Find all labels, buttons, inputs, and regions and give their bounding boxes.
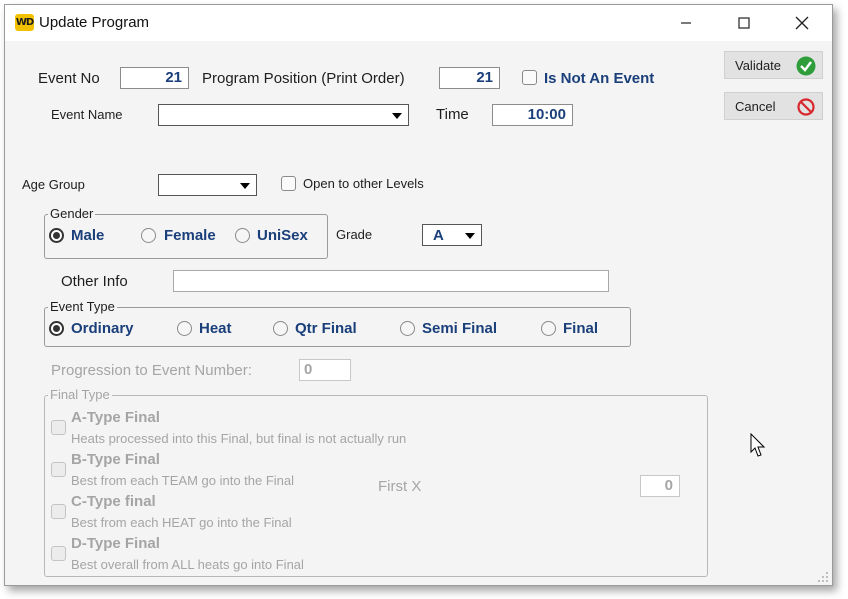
maximize-icon xyxy=(738,17,750,29)
close-icon xyxy=(795,16,809,30)
prohibited-icon xyxy=(797,98,815,116)
event-type-semi-final-radio[interactable] xyxy=(400,321,415,336)
b-type-final-checkbox[interactable] xyxy=(51,462,66,477)
is-not-event-checkbox[interactable] xyxy=(522,70,537,85)
event-type-heat-radio[interactable] xyxy=(177,321,192,336)
age-group-label: Age Group xyxy=(22,177,85,192)
event-no-label: Event No xyxy=(38,70,100,87)
gender-male-radio[interactable] xyxy=(49,228,64,243)
chevron-down-icon xyxy=(240,183,250,189)
gender-female-radio[interactable] xyxy=(141,228,156,243)
open-other-levels-checkbox[interactable] xyxy=(281,176,296,191)
progression-label: Progression to Event Number: xyxy=(51,362,252,379)
progression-input[interactable]: 0 xyxy=(299,359,351,381)
minimize-icon xyxy=(681,22,691,24)
a-type-final-label: A-Type Final xyxy=(71,409,160,426)
event-type-title: Event Type xyxy=(48,299,117,314)
c-type-final-desc: Best from each HEAT go into the Final xyxy=(71,515,292,530)
event-type-ordinary-radio[interactable] xyxy=(49,321,64,336)
b-type-final-label: B-Type Final xyxy=(71,451,160,468)
first-x-label: First X xyxy=(378,478,422,495)
grade-value: A xyxy=(433,227,444,244)
chevron-down-icon xyxy=(465,233,475,239)
other-info-input[interactable] xyxy=(173,270,609,292)
dialog-body: Validate Cancel Event No 21 Program Posi… xyxy=(5,41,832,585)
mouse-pointer-icon xyxy=(750,433,766,457)
chevron-down-icon xyxy=(392,113,402,119)
program-position-input[interactable]: 21 xyxy=(439,67,500,89)
event-type-ordinary-label: Ordinary xyxy=(71,320,134,337)
event-type-final-radio[interactable] xyxy=(541,321,556,336)
first-x-input[interactable]: 0 xyxy=(640,475,680,497)
age-group-select[interactable] xyxy=(158,174,257,196)
program-position-label: Program Position (Print Order) xyxy=(202,70,405,87)
event-type-final-label: Final xyxy=(563,320,599,337)
c-type-final-label: C-Type final xyxy=(71,493,156,510)
validate-button[interactable]: Validate xyxy=(724,51,823,79)
grade-select[interactable]: A xyxy=(422,224,482,246)
event-name-label: Event Name xyxy=(51,107,123,122)
is-not-event-label: Is Not An Event xyxy=(544,70,655,87)
d-type-final-desc: Best overall from ALL heats go into Fina… xyxy=(71,557,304,572)
final-type-title: Final Type xyxy=(48,387,112,402)
cancel-label: Cancel xyxy=(735,99,776,114)
event-type-qtr-final-radio[interactable] xyxy=(273,321,288,336)
a-type-final-desc: Heats processed into this Final, but fin… xyxy=(71,431,407,446)
minimize-button[interactable] xyxy=(657,5,715,41)
d-type-final-label: D-Type Final xyxy=(71,535,160,552)
event-type-qtr-final-label: Qtr Final xyxy=(295,320,357,337)
other-info-label: Other Info xyxy=(61,273,128,290)
gender-male-label: Male xyxy=(71,227,105,244)
time-label: Time xyxy=(436,106,469,123)
title-bar: WD Update Program xyxy=(5,5,832,41)
time-input[interactable]: 10:00 xyxy=(492,104,573,126)
resize-grip-icon[interactable] xyxy=(817,571,829,583)
gender-female-label: Female xyxy=(164,227,216,244)
event-name-select[interactable] xyxy=(158,104,409,126)
d-type-final-checkbox[interactable] xyxy=(51,546,66,561)
app-logo-icon: WD xyxy=(15,14,34,31)
close-button[interactable] xyxy=(773,5,831,41)
b-type-final-desc: Best from each TEAM go into the Final xyxy=(71,473,295,488)
maximize-button[interactable] xyxy=(715,5,773,41)
gender-title: Gender xyxy=(48,206,96,221)
validate-label: Validate xyxy=(735,58,782,73)
window-title: Update Program xyxy=(39,14,150,31)
update-program-dialog: WD Update Program Validate Cancel Event … xyxy=(4,4,833,586)
open-other-levels-label: Open to other Levels xyxy=(303,176,424,191)
cancel-button[interactable]: Cancel xyxy=(724,92,823,120)
event-type-semi-final-label: Semi Final xyxy=(422,320,498,337)
a-type-final-checkbox[interactable] xyxy=(51,420,66,435)
gender-unisex-radio[interactable] xyxy=(235,228,250,243)
gender-unisex-label: UniSex xyxy=(257,227,308,244)
grade-label: Grade xyxy=(336,227,373,242)
event-no-input[interactable]: 21 xyxy=(120,67,189,89)
checkmark-icon xyxy=(796,56,816,76)
event-type-heat-label: Heat xyxy=(199,320,232,337)
c-type-final-checkbox[interactable] xyxy=(51,504,66,519)
